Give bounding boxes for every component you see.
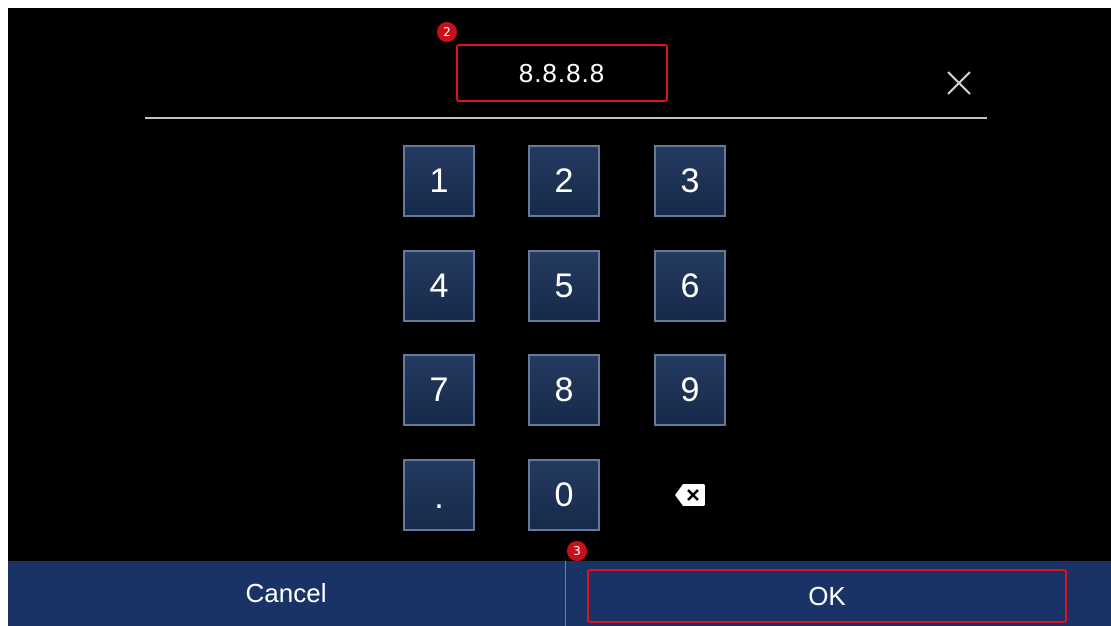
key-dot[interactable]: . <box>403 459 475 531</box>
key-7[interactable]: 7 <box>403 354 475 426</box>
key-1[interactable]: 1 <box>403 145 475 217</box>
key-5[interactable]: 5 <box>528 250 600 322</box>
ip-address-value: 8.8.8.8 <box>518 57 606 88</box>
step-marker-3: 3 <box>567 541 587 561</box>
header-divider <box>145 117 987 119</box>
key-4[interactable]: 4 <box>403 250 475 322</box>
close-icon <box>947 71 971 95</box>
key-2[interactable]: 2 <box>528 145 600 217</box>
action-bar-divider <box>565 561 566 626</box>
key-6[interactable]: 6 <box>654 250 726 322</box>
close-button[interactable] <box>944 68 974 98</box>
key-9[interactable]: 9 <box>654 354 726 426</box>
action-bar: Cancel OK <box>8 561 1111 626</box>
key-0[interactable]: 0 <box>528 459 600 531</box>
key-8[interactable]: 8 <box>528 354 600 426</box>
keypad: 1 2 3 4 5 6 7 8 9 . 0 <box>403 145 727 531</box>
step-marker-2: 2 <box>437 22 457 42</box>
numeric-input-dialog: 2 8.8.8.8 1 2 3 4 5 6 7 8 9 . 0 Cancel O… <box>8 8 1111 626</box>
ip-address-display[interactable]: 8.8.8.8 <box>456 44 668 102</box>
ok-button[interactable]: OK <box>587 569 1067 623</box>
key-3[interactable]: 3 <box>654 145 726 217</box>
backspace-button[interactable] <box>654 459 726 531</box>
backspace-icon <box>675 484 705 506</box>
cancel-button[interactable]: Cancel <box>8 561 564 626</box>
